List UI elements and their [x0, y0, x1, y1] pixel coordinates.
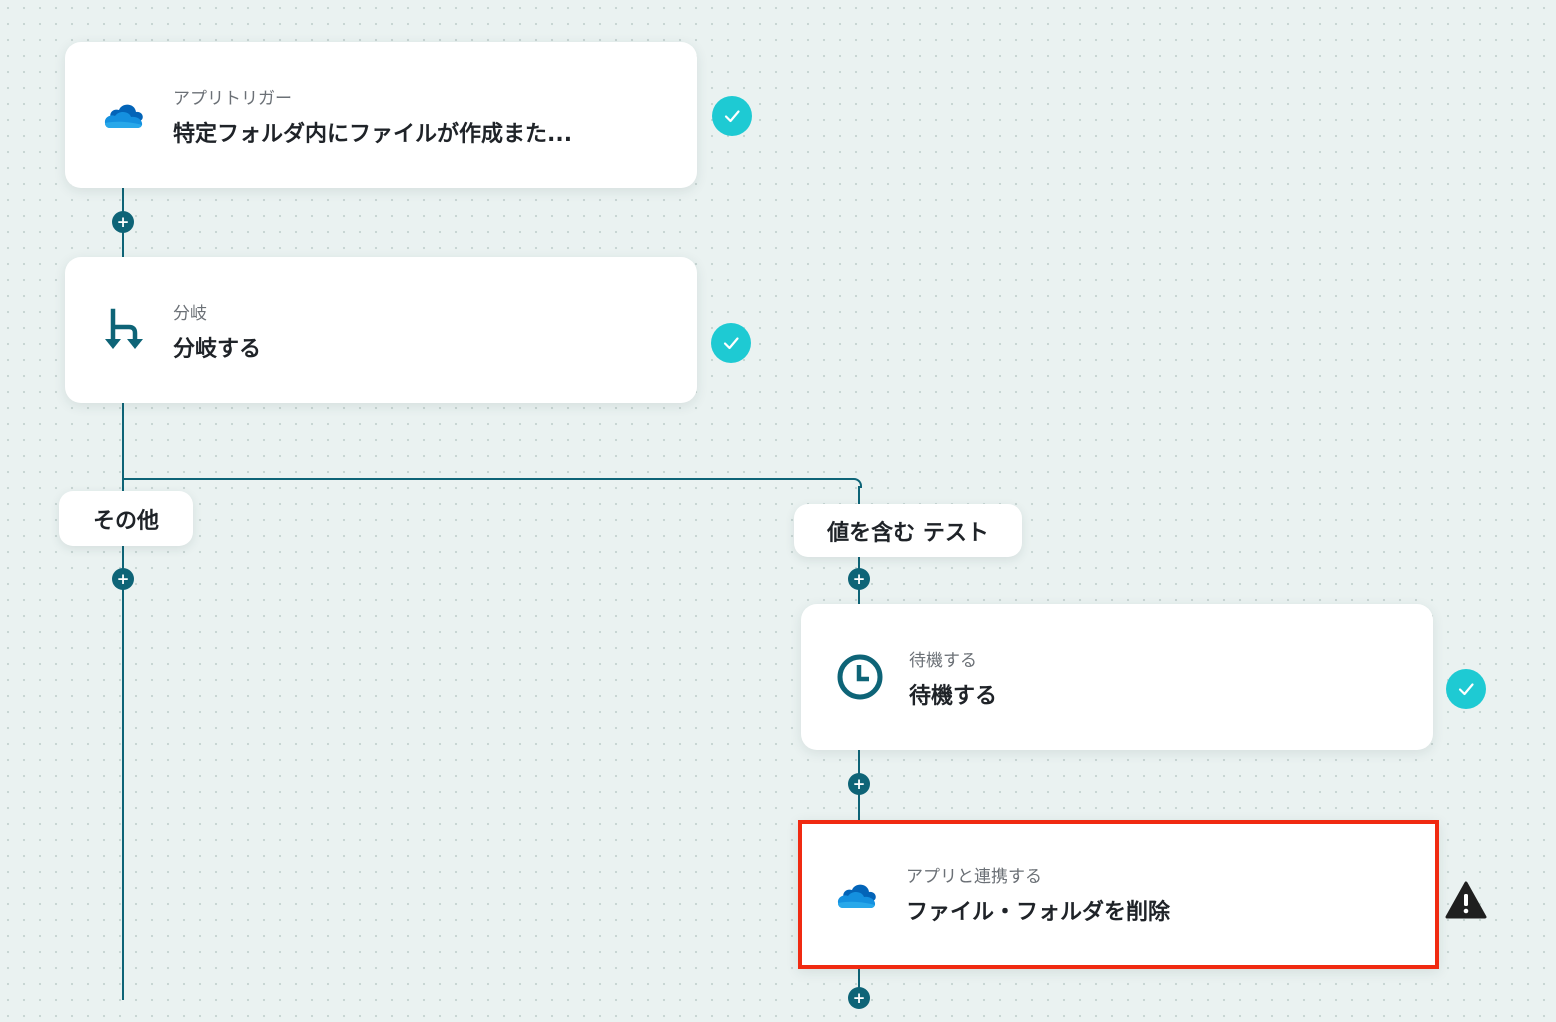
add-step-button[interactable]: + — [848, 773, 870, 795]
step-title: 特定フォルダ内にファイルが作成また... — [173, 122, 573, 147]
step-subtitle: アプリと連携する — [906, 867, 1042, 887]
check-icon — [711, 323, 751, 363]
branch-label-other[interactable]: その他 — [59, 491, 193, 546]
trigger-step-card[interactable]: アプリトリガー 特定フォルダ内にファイルが作成また... — [65, 42, 697, 188]
branch-icon — [99, 305, 149, 355]
warning-icon — [1445, 880, 1487, 920]
add-step-button[interactable]: + — [112, 211, 134, 233]
step-subtitle: 待機する — [909, 651, 977, 671]
add-step-button[interactable]: + — [848, 987, 870, 1009]
branch-connector — [122, 478, 852, 480]
branch-step-card[interactable]: 分岐 分岐する — [65, 257, 697, 403]
step-title: 分岐する — [173, 337, 262, 362]
check-icon — [1446, 669, 1486, 709]
step-subtitle: アプリトリガー — [173, 89, 292, 109]
step-title: ファイル・フォルダを削除 — [906, 900, 1171, 925]
clock-icon — [835, 652, 885, 702]
delete-file-step-card[interactable]: アプリと連携する ファイル・フォルダを削除 — [798, 820, 1439, 969]
onedrive-icon — [99, 90, 149, 140]
check-icon — [712, 96, 752, 136]
branch-connector-drop — [858, 486, 860, 506]
step-subtitle: 分岐 — [173, 304, 207, 324]
branch-label-contains[interactable]: 値を含む テスト — [794, 504, 1022, 557]
add-step-button[interactable]: + — [112, 568, 134, 590]
add-step-button[interactable]: + — [848, 568, 870, 590]
wait-step-card[interactable]: 待機する 待機する — [801, 604, 1433, 750]
onedrive-icon — [832, 870, 882, 920]
branch-connector-corner — [852, 478, 862, 488]
step-title: 待機する — [909, 684, 998, 709]
